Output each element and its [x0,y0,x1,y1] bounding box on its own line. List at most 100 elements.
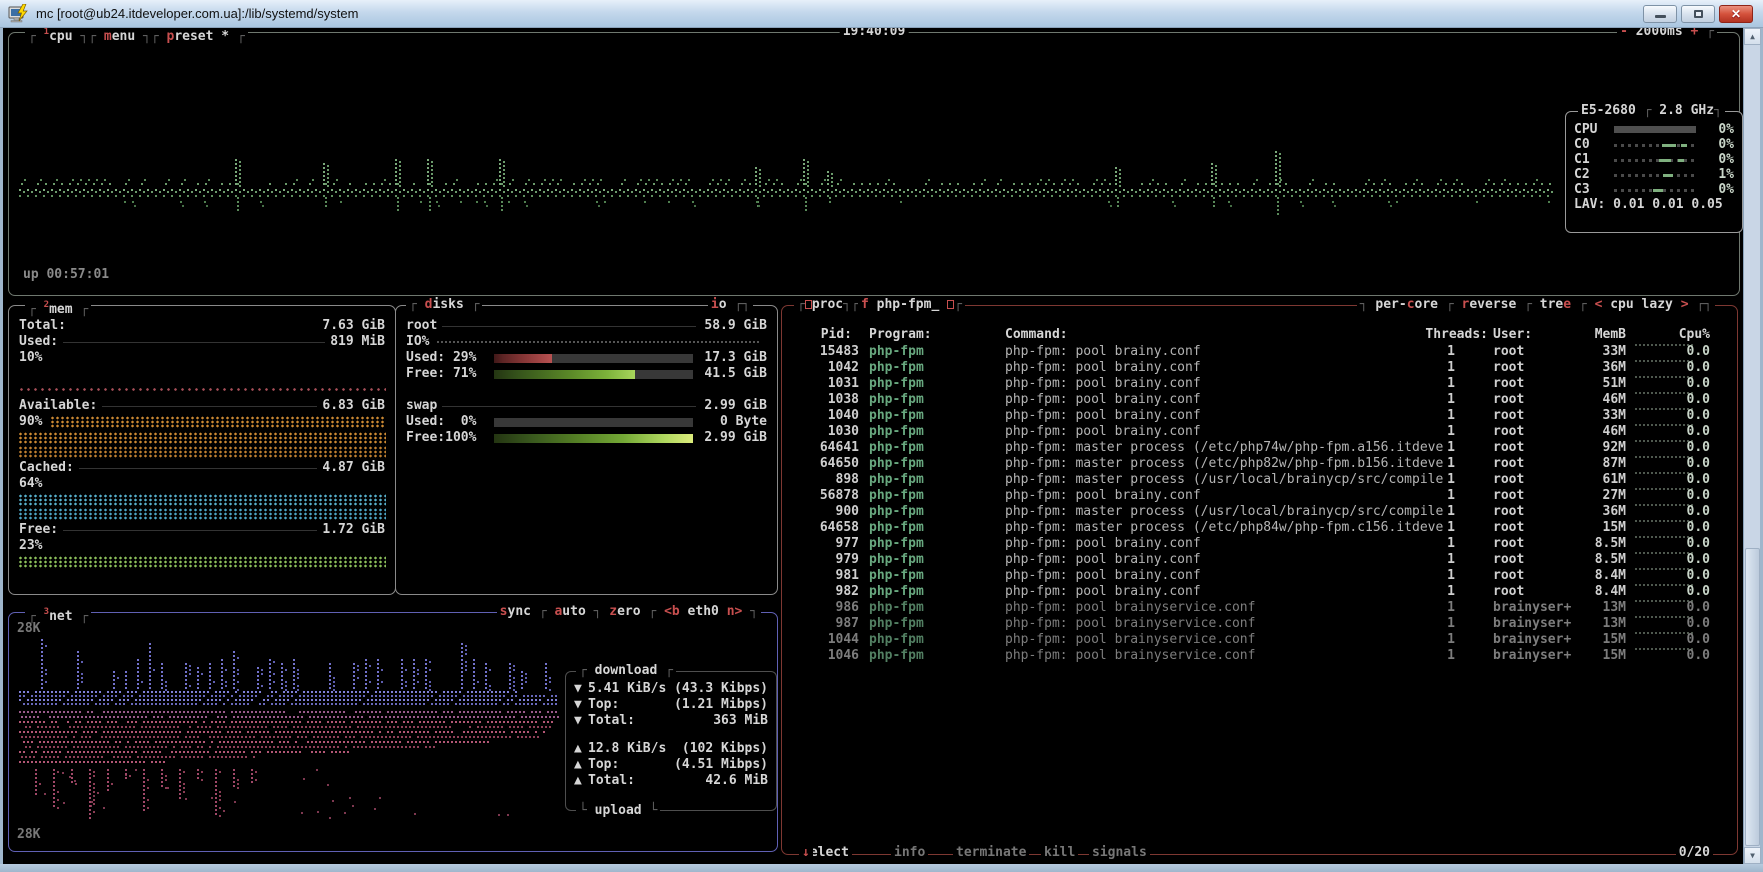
tab-proc[interactable]: ┌proc┐┌ [794,297,862,313]
proc-search[interactable]: f php-fpm_ ┌ [858,297,965,313]
process-row[interactable]: 982php-fpmphp-fpm: pool brainy.conf1root… [782,584,1737,600]
process-row[interactable]: 987php-fpmphp-fpm: pool brainyservice.co… [782,616,1737,632]
process-row[interactable]: 1038php-fpmphp-fpm: pool brainy.conf1roo… [782,392,1737,408]
command-cell: php-fpm: pool brainy.conf [1005,376,1201,392]
minimize-button[interactable] [1643,5,1677,23]
threads-cell: 1 [1388,584,1455,600]
command-cell: php-fpm: pool brainyservice.conf [1005,632,1255,648]
scrollbar-thumb[interactable] [1745,548,1760,846]
mem-total-row: Total:7.63 GiB [9,318,395,334]
interval-plus-button[interactable]: + [1691,28,1699,39]
cpu-cell: 0.0 [1648,440,1710,456]
io-title[interactable]: io ┌┐ [708,297,753,313]
search-key[interactable]: f [861,297,869,312]
program-cell: php-fpm [869,360,924,376]
process-row[interactable]: 56878php-fpmphp-fpm: pool brainy.conf1ro… [782,488,1737,504]
net-option-sync[interactable]: sync [500,604,531,619]
tab-mem[interactable]: ┌ 2mem ┌ [25,297,91,318]
menu-button[interactable]: menu [104,29,135,44]
user-cell: root [1493,568,1524,584]
proc-option-tree[interactable]: tree [1540,297,1571,312]
col-header-pid[interactable]: Pid: [790,327,852,343]
process-row[interactable]: 1030php-fpmphp-fpm: pool brainy.conf1roo… [782,424,1737,440]
scrollbar-up-arrow[interactable]: ▲ [1744,28,1761,45]
cpu-cell: 0.0 [1648,408,1710,424]
process-row[interactable]: 977php-fpmphp-fpm: pool brainy.conf1root… [782,536,1737,552]
close-button[interactable]: ✕ [1719,5,1753,23]
tab-cpu[interactable]: 1cpu [44,29,73,44]
process-row[interactable]: 1042php-fpmphp-fpm: pool brainy.conf1roo… [782,360,1737,376]
mem-cell: 36M [1564,504,1626,520]
disk-root-used-bar [494,354,693,363]
process-row[interactable]: 64641php-fpmphp-fpm: master process (/et… [782,440,1737,456]
user-cell: root [1493,552,1524,568]
mem-cell: 87M [1564,456,1626,472]
upload-title: └ upload └ [576,803,660,819]
threads-cell: 1 [1388,600,1455,616]
process-row[interactable]: 1040php-fpmphp-fpm: pool brainy.conf1roo… [782,408,1737,424]
process-row[interactable]: 64650php-fpmphp-fpm: master process (/et… [782,456,1737,472]
col-header-mem[interactable]: MemB [1564,327,1626,343]
disk-root-free-bar [494,370,693,379]
net-option-auto[interactable]: auto [554,604,585,619]
mem-cached-pct: 64% [19,476,42,492]
col-header-threads[interactable]: Threads: [1425,327,1488,343]
mem-cell: 46M [1564,424,1626,440]
process-row[interactable]: 15483php-fpmphp-fpm: pool brainy.conf1ro… [782,344,1737,360]
col-header-user[interactable]: User: [1493,327,1532,343]
proc-option-per-core[interactable]: per-core [1375,297,1438,312]
pid-cell: 1038 [788,392,859,408]
download-top-row: ▼ Top: (1.21 Mibps) [566,697,776,713]
cpu-cell: 0.0 [1648,424,1710,440]
titlebar[interactable]: mc [root@ub24.itdeveloper.com.ua]:/lib/s… [0,0,1763,28]
process-row[interactable]: 1046php-fpmphp-fpm: pool brainyservice.c… [782,648,1737,664]
process-row[interactable]: 64658php-fpmphp-fpm: master process (/et… [782,520,1737,536]
command-cell: php-fpm: master process (/etc/php84w/php… [1005,520,1443,536]
pid-cell: 56878 [788,488,859,504]
net-iface-next-button[interactable]: n> [727,604,743,619]
program-cell: php-fpm [869,376,924,392]
command-cell: php-fpm: pool brainy.conf [1005,424,1201,440]
net-option-zero[interactable]: zero [609,604,640,619]
process-row[interactable]: 981php-fpmphp-fpm: pool brainy.conf1root… [782,568,1737,584]
program-cell: php-fpm [869,424,924,440]
process-row[interactable]: 1044php-fpmphp-fpm: pool brainyservice.c… [782,632,1737,648]
pid-cell: 900 [788,504,859,520]
interval-minus-button[interactable]: - [1620,28,1628,39]
command-cell: php-fpm: pool brainy.conf [1005,408,1201,424]
process-row[interactable]: 1031php-fpmphp-fpm: pool brainy.conf1roo… [782,376,1737,392]
sort-prev-button[interactable]: < [1595,297,1603,312]
threads-cell: 1 [1388,552,1455,568]
pid-cell: 982 [788,584,859,600]
maximize-button[interactable] [1681,5,1715,23]
command-cell: php-fpm: pool brainy.conf [1005,360,1201,376]
user-cell: brainyser+ [1493,648,1571,664]
command-cell: php-fpm: pool brainy.conf [1005,552,1201,568]
sort-next-button[interactable]: > [1681,297,1689,312]
cpu-box: ┌ 1cpu ┐┌ menu ┐┌ preset * ┌ 19:40:09 - … [8,32,1740,296]
mem-cell: 15M [1564,632,1626,648]
process-row[interactable]: 986php-fpmphp-fpm: pool brainyservice.co… [782,600,1737,616]
scrollbar-down-arrow[interactable]: ▼ [1744,847,1761,864]
down-arrow-icon[interactable]: ↓ [799,845,813,861]
process-row[interactable]: 898php-fpmphp-fpm: master process (/usr/… [782,472,1737,488]
up-arrow-icon: ▲ [574,741,588,757]
threads-cell: 1 [1388,344,1455,360]
mem-free-row: Free:1.72 GiB [9,522,395,538]
col-header-program[interactable]: Program: [869,327,932,343]
terminal-scrollbar[interactable]: ▲ ▼ [1743,28,1760,864]
process-row[interactable]: 900php-fpmphp-fpm: master process (/usr/… [782,504,1737,520]
net-iface-prev-button[interactable]: <b [664,604,680,619]
proc-option-reverse[interactable]: reverse [1462,297,1517,312]
col-header-cpu[interactable]: Cpu% [1648,327,1710,343]
col-header-command[interactable]: Command: [1005,327,1068,343]
mem-box: ┌ 2mem ┌ Total:7.63 GiB Used:819 MiB 10%… [8,305,396,595]
cpu-cell: 0.0 [1648,504,1710,520]
search-input[interactable]: php-fpm_ [877,297,940,312]
user-cell: root [1493,392,1524,408]
threads-cell: 1 [1388,504,1455,520]
process-row[interactable]: 979php-fpmphp-fpm: pool brainy.conf1root… [782,552,1737,568]
uptime: up 00:57:01 [23,267,109,283]
proc-key-icon [805,300,812,309]
preset-button[interactable]: preset * [167,29,230,44]
